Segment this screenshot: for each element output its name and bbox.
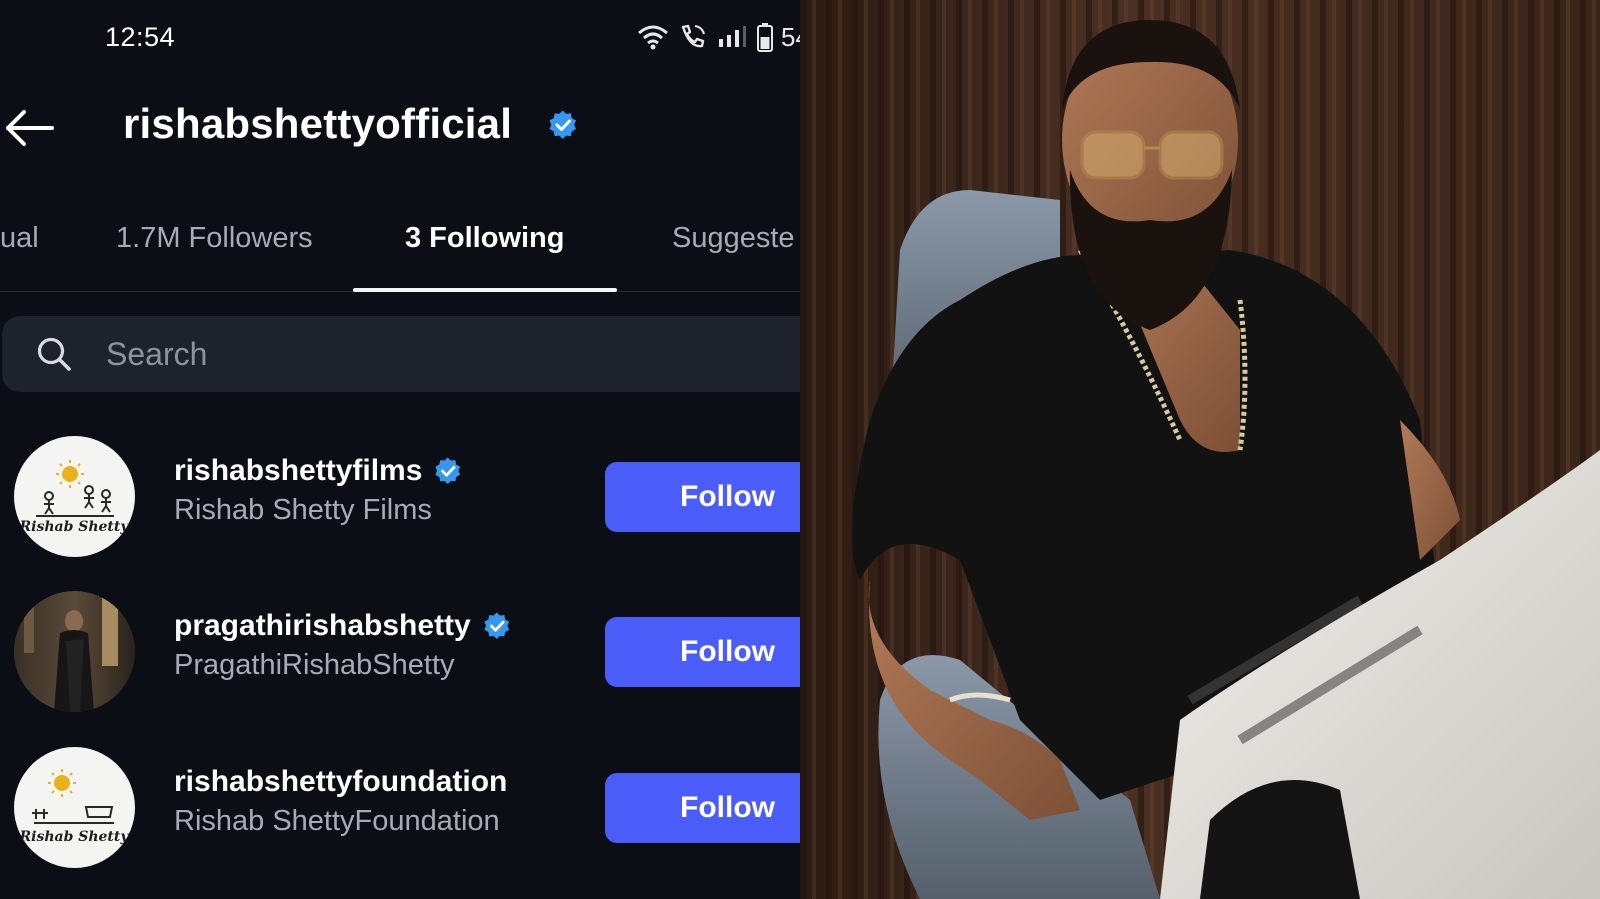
verified-badge-icon <box>549 110 577 139</box>
search-input[interactable] <box>106 330 706 378</box>
user-full-name: Rishab ShettyFoundation <box>174 805 500 837</box>
search-icon <box>37 337 71 371</box>
svg-text:Rishab Shetty: Rishab Shetty <box>18 519 129 535</box>
svg-text:Rishab Shetty: Rishab Shetty <box>18 829 129 845</box>
follow-tabs: ual 1.7M Followers 3 Following Suggeste <box>0 212 805 292</box>
follow-button[interactable]: Follow <box>605 617 805 687</box>
wifi-call-icon <box>678 23 708 51</box>
battery-icon <box>756 22 774 52</box>
user-full-name: Rishab Shetty Films <box>174 494 432 526</box>
verified-badge-icon <box>484 612 509 640</box>
avatar[interactable] <box>14 591 135 712</box>
tab-following[interactable]: 3 Following <box>405 222 565 255</box>
user-handle: rishabshettyfoundation <box>174 765 508 798</box>
instagram-following-screen: 12:54 5 rishabshettyofficial ual 1.7M Fo… <box>0 0 805 899</box>
status-time: 12:54 <box>105 22 176 52</box>
tab-suggested[interactable]: Suggeste <box>672 222 795 255</box>
profile-photo <box>14 591 135 712</box>
profile-header: rishabshettyofficial <box>0 92 805 162</box>
follow-button[interactable]: Follow <box>605 773 805 843</box>
avatar[interactable]: Rishab Shetty <box>14 747 135 868</box>
user-handle: pragathirishabshetty <box>174 609 471 642</box>
rishab-shetty-foundation-logo: Rishab Shetty <box>14 747 135 868</box>
status-bar: 12:54 5 <box>0 0 805 78</box>
status-icons: 54 <box>637 20 805 54</box>
user-full-name: PragathiRishabShetty <box>174 649 455 681</box>
follow-button[interactable]: Follow <box>605 462 805 532</box>
user-handle-row[interactable]: rishabshettyfilms <box>174 454 462 488</box>
avatar[interactable]: Rishab Shetty <box>14 436 135 557</box>
verified-badge-icon <box>435 457 461 485</box>
active-tab-indicator <box>353 288 617 292</box>
profile-name: rishabshettyofficial <box>123 100 513 147</box>
rishab-shetty-films-logo: Rishab Shetty <box>14 436 135 557</box>
portrait-photo <box>800 0 1600 899</box>
signal-bars-icon <box>717 25 747 49</box>
back-button[interactable] <box>2 106 56 150</box>
user-handle-row[interactable]: pragathirishabshetty <box>174 609 511 643</box>
wifi-icon <box>637 23 669 51</box>
arrow-left-icon <box>6 110 54 146</box>
list-item: Rishab Shetty rishabshettyfoundation Ris… <box>0 747 805 877</box>
tab-mutual[interactable]: ual <box>0 222 39 255</box>
list-item: pragathirishabshetty PragathiRishabShett… <box>0 591 805 721</box>
user-handle: rishabshettyfilms <box>174 454 423 487</box>
list-item: Rishab Shetty rishabshettyfilms Rishab S… <box>0 436 805 566</box>
tab-followers[interactable]: 1.7M Followers <box>116 222 313 255</box>
user-handle-row[interactable]: rishabshettyfoundation <box>174 765 507 799</box>
search-bar[interactable] <box>2 316 805 392</box>
